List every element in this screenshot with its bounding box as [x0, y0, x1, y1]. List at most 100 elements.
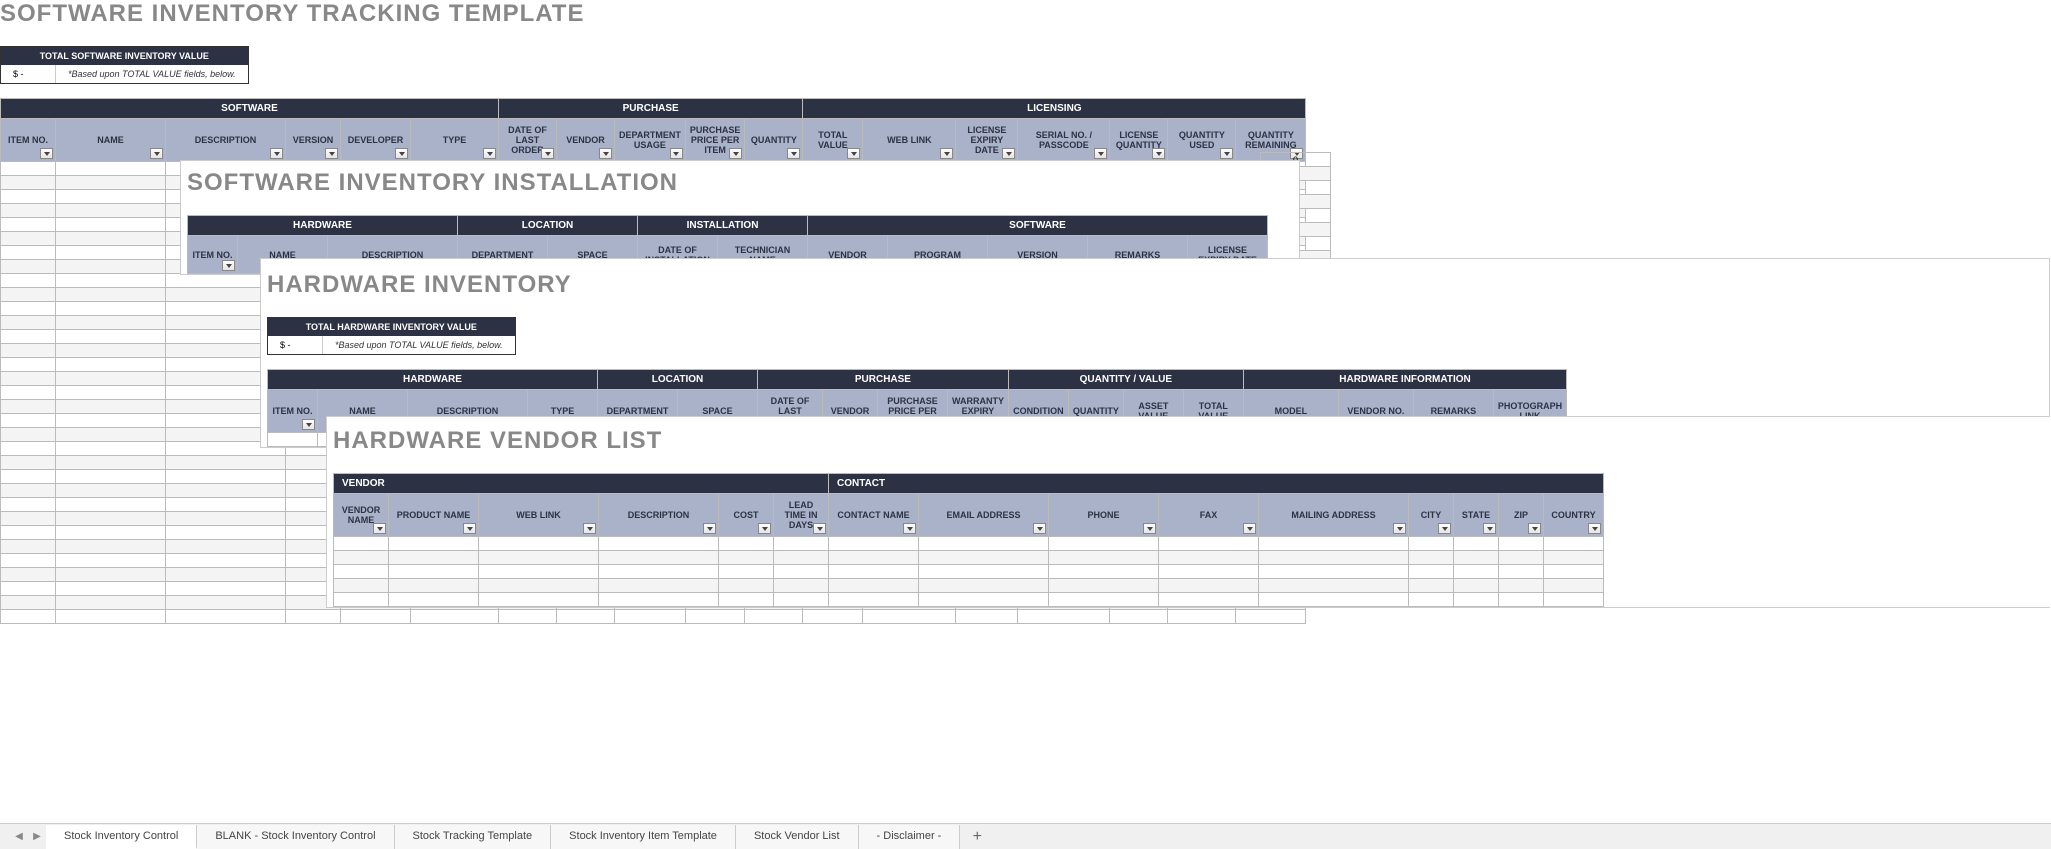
- filter-dropdown-icon[interactable]: [703, 523, 716, 534]
- cell[interactable]: [166, 512, 286, 526]
- filter-dropdown-icon[interactable]: [463, 523, 476, 534]
- cell[interactable]: [1499, 537, 1544, 551]
- cell[interactable]: [56, 218, 166, 232]
- cell[interactable]: [557, 610, 615, 624]
- filter-dropdown-icon[interactable]: [302, 419, 315, 430]
- cell[interactable]: [334, 537, 389, 551]
- cell[interactable]: [1499, 593, 1544, 607]
- cell[interactable]: [719, 593, 774, 607]
- cell[interactable]: [56, 428, 166, 442]
- cell[interactable]: [1168, 610, 1236, 624]
- cell[interactable]: [1, 204, 56, 218]
- cell[interactable]: [479, 551, 599, 565]
- cell[interactable]: [1, 316, 56, 330]
- cell[interactable]: [166, 540, 286, 554]
- table-row[interactable]: [334, 565, 1604, 579]
- column-header[interactable]: DEVELOPER: [341, 119, 411, 162]
- column-header[interactable]: FAX: [1159, 494, 1259, 537]
- cell[interactable]: [56, 344, 166, 358]
- cell[interactable]: [1, 456, 56, 470]
- cell[interactable]: [685, 610, 745, 624]
- cell[interactable]: [56, 260, 166, 274]
- column-header[interactable]: COUNTRY: [1544, 494, 1604, 537]
- cell[interactable]: [1259, 537, 1409, 551]
- cell[interactable]: [334, 551, 389, 565]
- cell[interactable]: [599, 579, 719, 593]
- cell[interactable]: [479, 537, 599, 551]
- cell[interactable]: [1259, 579, 1409, 593]
- filter-dropdown-icon[interactable]: [729, 148, 742, 159]
- cell[interactable]: [389, 537, 479, 551]
- cell[interactable]: [1, 190, 56, 204]
- cell[interactable]: [1, 582, 56, 596]
- filter-dropdown-icon[interactable]: [1033, 523, 1046, 534]
- cell[interactable]: [1236, 610, 1306, 624]
- cell[interactable]: [774, 537, 829, 551]
- cell[interactable]: [829, 565, 919, 579]
- filter-dropdown-icon[interactable]: [1152, 148, 1165, 159]
- cell[interactable]: [829, 551, 919, 565]
- column-header[interactable]: PURCHASE PRICE PER ITEM: [685, 119, 745, 162]
- column-header[interactable]: ITEM NO.: [1, 119, 56, 162]
- cell[interactable]: [919, 593, 1049, 607]
- tab-nav-next[interactable]: ▶: [28, 828, 46, 846]
- cell[interactable]: [774, 593, 829, 607]
- cell[interactable]: [1544, 565, 1604, 579]
- cell[interactable]: [1454, 537, 1499, 551]
- cell[interactable]: [1049, 537, 1159, 551]
- cell[interactable]: [829, 579, 919, 593]
- tab-nav-prev[interactable]: ◀: [10, 828, 28, 846]
- cell[interactable]: [1159, 565, 1259, 579]
- cell[interactable]: [166, 610, 286, 624]
- column-header[interactable]: VENDOR: [557, 119, 615, 162]
- sheet-tab[interactable]: BLANK - Stock Inventory Control: [197, 825, 394, 849]
- column-header[interactable]: WEB LINK: [863, 119, 956, 162]
- column-header[interactable]: QUANTITY: [745, 119, 803, 162]
- cell[interactable]: [389, 579, 479, 593]
- cell[interactable]: [1544, 579, 1604, 593]
- filter-dropdown-icon[interactable]: [1483, 523, 1496, 534]
- cell[interactable]: [919, 565, 1049, 579]
- column-header[interactable]: PRODUCT NAME: [389, 494, 479, 537]
- sheet-tab[interactable]: Stock Tracking Template: [395, 825, 552, 849]
- cell[interactable]: [1454, 565, 1499, 579]
- cell[interactable]: [389, 551, 479, 565]
- filter-dropdown-icon[interactable]: [1002, 148, 1015, 159]
- cell[interactable]: [1454, 593, 1499, 607]
- filter-dropdown-icon[interactable]: [1220, 148, 1233, 159]
- column-header[interactable]: TOTAL VALUE: [803, 119, 863, 162]
- table-row[interactable]: [334, 579, 1604, 593]
- filter-dropdown-icon[interactable]: [1393, 523, 1406, 534]
- cell[interactable]: [599, 565, 719, 579]
- cell[interactable]: [479, 593, 599, 607]
- cell[interactable]: [56, 568, 166, 582]
- cell[interactable]: [1, 442, 56, 456]
- cell[interactable]: [56, 582, 166, 596]
- filter-dropdown-icon[interactable]: [1438, 523, 1451, 534]
- cell[interactable]: [166, 568, 286, 582]
- cell[interactable]: [719, 537, 774, 551]
- cell[interactable]: [1, 358, 56, 372]
- cell[interactable]: [166, 456, 286, 470]
- cell[interactable]: [56, 414, 166, 428]
- cell[interactable]: [1, 302, 56, 316]
- filter-dropdown-icon[interactable]: [270, 148, 283, 159]
- column-header[interactable]: LEAD TIME IN DAYS: [774, 494, 829, 537]
- column-header[interactable]: DEPARTMENT USAGE: [615, 119, 686, 162]
- filter-dropdown-icon[interactable]: [222, 260, 235, 271]
- cell[interactable]: [166, 484, 286, 498]
- filter-dropdown-icon[interactable]: [40, 148, 53, 159]
- cell[interactable]: [1110, 610, 1168, 624]
- cell[interactable]: [166, 498, 286, 512]
- cell[interactable]: [1, 400, 56, 414]
- cell[interactable]: [1159, 579, 1259, 593]
- column-header[interactable]: NAME: [56, 119, 166, 162]
- cell[interactable]: [719, 551, 774, 565]
- filter-dropdown-icon[interactable]: [1243, 523, 1256, 534]
- cell[interactable]: [1544, 593, 1604, 607]
- cell[interactable]: [1, 470, 56, 484]
- cell[interactable]: [1, 246, 56, 260]
- cell[interactable]: [1, 484, 56, 498]
- cell[interactable]: [1049, 593, 1159, 607]
- filter-dropdown-icon[interactable]: [150, 148, 163, 159]
